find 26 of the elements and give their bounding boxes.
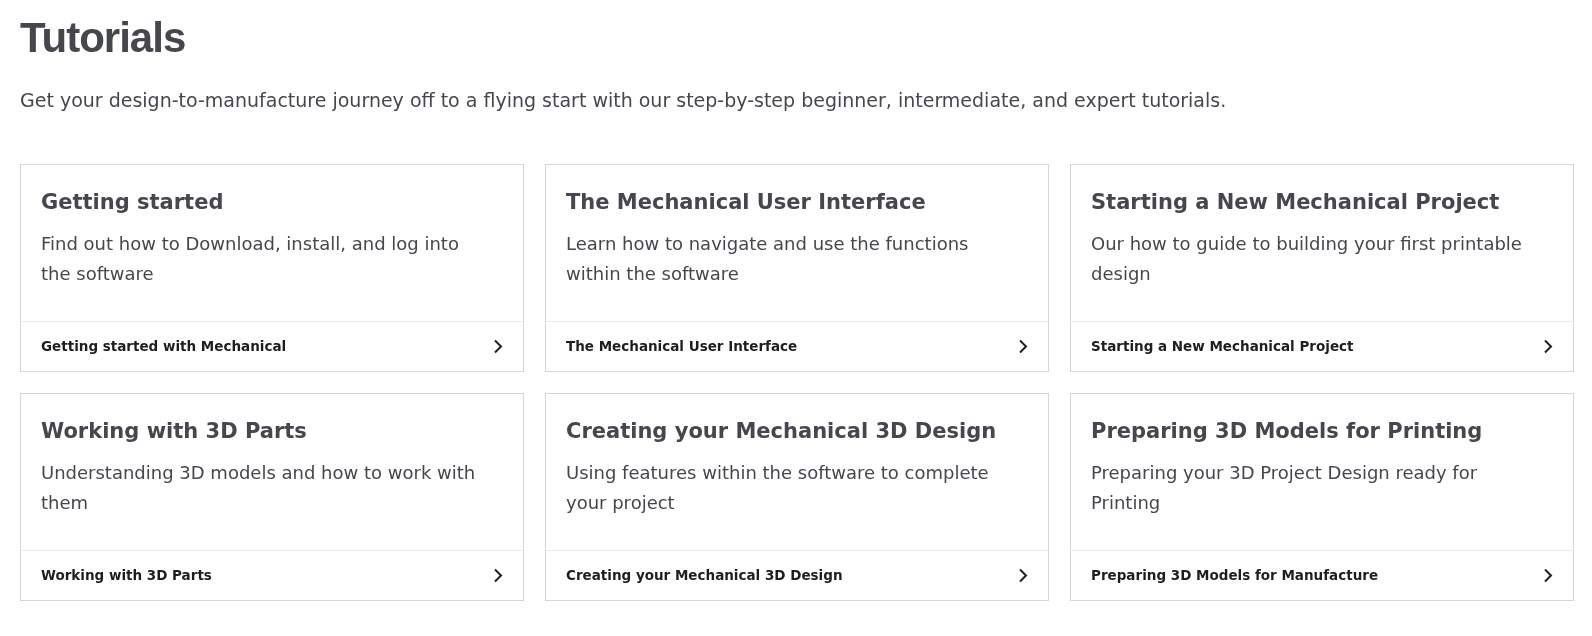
card-title: Working with 3D Parts bbox=[41, 418, 307, 445]
card-description: Learn how to navigate and use the functions within the software bbox=[566, 232, 970, 286]
card-link[interactable]: Getting started with Mechanical bbox=[21, 321, 523, 371]
card-title: Getting started bbox=[41, 189, 224, 216]
chevron-right-icon bbox=[1018, 568, 1028, 583]
chevron-right-icon bbox=[1018, 339, 1028, 354]
card-title: The Mechanical User Interface bbox=[566, 189, 926, 216]
card-description: Our how to guide to building your first printable design bbox=[1091, 232, 1523, 286]
card-description: Using features within the software to complete your project bbox=[566, 461, 990, 515]
card-title: Preparing 3D Models for Printing bbox=[1091, 418, 1483, 445]
card-description: Understanding 3D models and how to work with them bbox=[41, 461, 477, 515]
chevron-right-icon bbox=[493, 568, 503, 583]
card-link[interactable]: The Mechanical User Interface bbox=[546, 321, 1048, 371]
card-link[interactable]: Working with 3D Parts bbox=[21, 550, 523, 600]
card-description: Find out how to Download, install, and log into the software bbox=[41, 232, 460, 286]
chevron-right-icon bbox=[493, 339, 503, 354]
page-subtitle: Get your design-to-manufacture journey off to a flying start with our step-by-step beginner, intermediate, and expert tutorials. bbox=[20, 88, 1227, 113]
card-title: Starting a New Mechanical Project bbox=[1091, 189, 1500, 216]
chevron-right-icon bbox=[1543, 339, 1553, 354]
card-link[interactable]: Preparing 3D Models for Manufacture bbox=[1071, 550, 1573, 600]
card-link[interactable]: Creating your Mechanical 3D Design bbox=[546, 550, 1048, 600]
page-title: Tutorials bbox=[20, 13, 186, 63]
card-title: Creating your Mechanical 3D Design bbox=[566, 418, 997, 445]
card-description: Preparing your 3D Project Design ready for Printing bbox=[1091, 461, 1479, 515]
chevron-right-icon bbox=[1543, 568, 1553, 583]
card-link[interactable]: Starting a New Mechanical Project bbox=[1071, 321, 1573, 371]
